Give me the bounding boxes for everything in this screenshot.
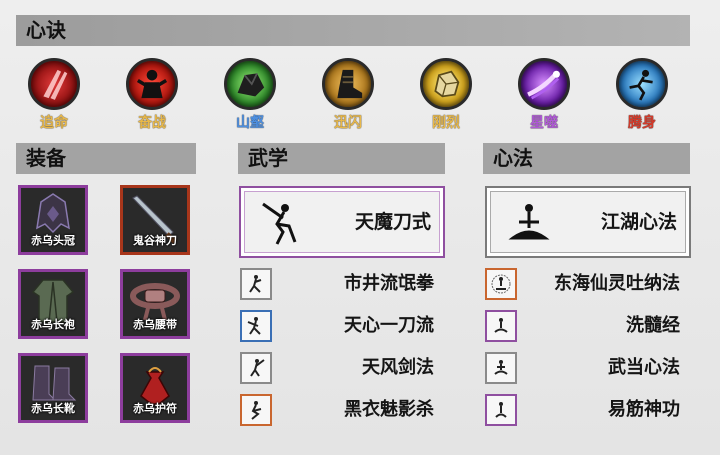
equip-slot-belt[interactable]: 赤乌腰带 — [120, 269, 190, 339]
equip-name: 赤乌长袍 — [31, 318, 75, 331]
skill-zhuiming[interactable]: 追命 — [24, 58, 84, 132]
skill-tengshen[interactable]: 腾身 — [612, 58, 672, 132]
meditating-figure-icon — [508, 204, 550, 240]
skill-label: 迅闪 — [334, 115, 362, 131]
martial-art-name: 天风剑法 — [362, 357, 434, 378]
martial-art-name: 市井流氓拳 — [344, 273, 434, 294]
blade-pose-icon — [240, 310, 272, 342]
martial-art-item[interactable]: 天心一刀流 — [240, 310, 434, 344]
featured-martial-art-name: 天魔刀式 — [354, 211, 431, 233]
equipment-section-title: 装备 — [16, 143, 196, 174]
blue-leap-icon — [616, 58, 668, 110]
sword-pose-icon — [240, 352, 272, 384]
meditation-circle-icon — [485, 268, 517, 300]
equip-slot-robe[interactable]: 赤乌长袍 — [18, 269, 88, 339]
skill-label: 山壑 — [236, 115, 264, 131]
featured-inner-art[interactable]: 江湖心法 — [485, 186, 691, 258]
inner-art-name: 武当心法 — [608, 357, 680, 378]
xinjue-section-title: 心诀 — [16, 15, 690, 46]
red-slash-icon — [28, 58, 80, 110]
boot-icon — [322, 58, 374, 110]
equip-slot-boots[interactable]: 赤乌长靴 — [18, 353, 88, 423]
shadow-pose-icon — [240, 394, 272, 426]
skill-label: 刚烈 — [432, 115, 460, 131]
martial-art-item[interactable]: 天风剑法 — [240, 352, 434, 386]
skill-xingshi[interactable]: 星噬 — [514, 58, 574, 132]
seated-figure-icon — [485, 310, 517, 342]
seated-figure-icon — [485, 352, 517, 384]
swordsman-pose-icon — [262, 202, 297, 245]
skill-ganglie[interactable]: 刚烈 — [416, 58, 476, 132]
inner-art-section-title: 心法 — [483, 143, 690, 174]
seated-figure-icon — [485, 394, 517, 426]
martial-arts-section-title: 武学 — [238, 143, 445, 174]
equip-name: 赤乌长靴 — [31, 402, 75, 415]
equip-slot-amulet[interactable]: 赤乌护符 — [120, 353, 190, 423]
equip-slot-helmet[interactable]: 赤乌头冠 — [18, 185, 88, 255]
skill-xunshan[interactable]: 迅闪 — [318, 58, 378, 132]
skill-shanhe[interactable]: 山壑 — [220, 58, 280, 132]
skill-label: 追命 — [40, 115, 68, 131]
skill-label: 腾身 — [628, 115, 656, 131]
featured-martial-art[interactable]: 天魔刀式 — [239, 186, 445, 258]
equip-name: 赤乌腰带 — [133, 318, 177, 331]
gold-rock-icon — [420, 58, 472, 110]
fist-pose-icon — [240, 268, 272, 300]
inner-art-name: 易筋神功 — [608, 399, 680, 420]
inner-art-name: 洗髓经 — [626, 315, 680, 336]
red-warrior-icon — [126, 58, 178, 110]
equip-name: 鬼谷神刀 — [133, 234, 177, 247]
inner-art-name: 东海仙灵吐纳法 — [554, 273, 680, 294]
equip-name: 赤乌头冠 — [31, 234, 75, 247]
equip-slot-weapon[interactable]: 鬼谷神刀 — [120, 185, 190, 255]
skill-label: 奋战 — [138, 115, 166, 131]
inner-art-item[interactable]: 武当心法 — [485, 352, 680, 386]
skill-label: 星噬 — [530, 115, 558, 131]
purple-comet-icon — [518, 58, 570, 110]
martial-art-item[interactable]: 市井流氓拳 — [240, 268, 434, 302]
green-rock-icon — [224, 58, 276, 110]
featured-inner-art-name: 江湖心法 — [600, 211, 677, 233]
martial-art-name: 黑衣魅影杀 — [344, 399, 434, 420]
equip-name: 赤乌护符 — [133, 402, 177, 415]
inner-art-item[interactable]: 洗髓经 — [485, 310, 680, 344]
skill-fenzhan[interactable]: 奋战 — [122, 58, 182, 132]
inner-art-item[interactable]: 易筋神功 — [485, 394, 680, 428]
inner-art-item[interactable]: 东海仙灵吐纳法 — [485, 268, 680, 302]
martial-art-name: 天心一刀流 — [344, 315, 434, 336]
martial-art-item[interactable]: 黑衣魅影杀 — [240, 394, 434, 428]
